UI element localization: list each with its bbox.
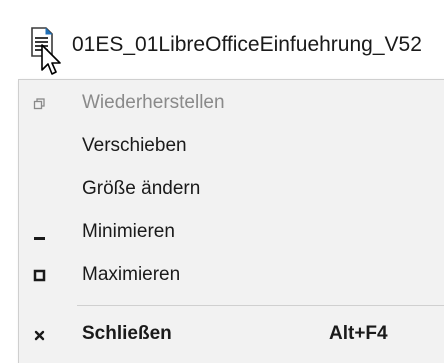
menu-item-minimize[interactable]: Minimieren [19,212,444,252]
mouse-cursor-icon [41,44,61,75]
menu-separator [77,305,444,306]
restore-icon [33,98,45,110]
system-menu: Wiederherstellen Verschieben Größe änder… [18,79,444,363]
menu-item-close[interactable]: Schließen Alt+F4 [19,314,444,354]
minimize-icon [34,237,45,240]
menu-item-label: Schließen [82,323,172,344]
close-icon [34,330,45,341]
menu-item-size[interactable]: Größe ändern [19,169,444,209]
maximize-icon [33,269,46,282]
menu-item-move[interactable]: Verschieben [19,126,444,166]
menu-item-label: Größe ändern [82,178,201,199]
keyboard-shortcut: Alt+F4 [329,323,388,344]
menu-item-label: Minimieren [82,221,175,242]
window-title: 01ES_01LibreOfficeEinfuehrung_V52 [72,33,422,56]
menu-item-label: Verschieben [82,135,187,156]
menu-item-restore[interactable]: Wiederherstellen [19,83,444,123]
menu-item-maximize[interactable]: Maximieren [19,255,444,295]
title-bar[interactable]: 01ES_01LibreOfficeEinfuehrung_V52 [0,0,444,75]
menu-item-label: Maximieren [82,264,181,285]
menu-item-label: Wiederherstellen [82,92,225,113]
